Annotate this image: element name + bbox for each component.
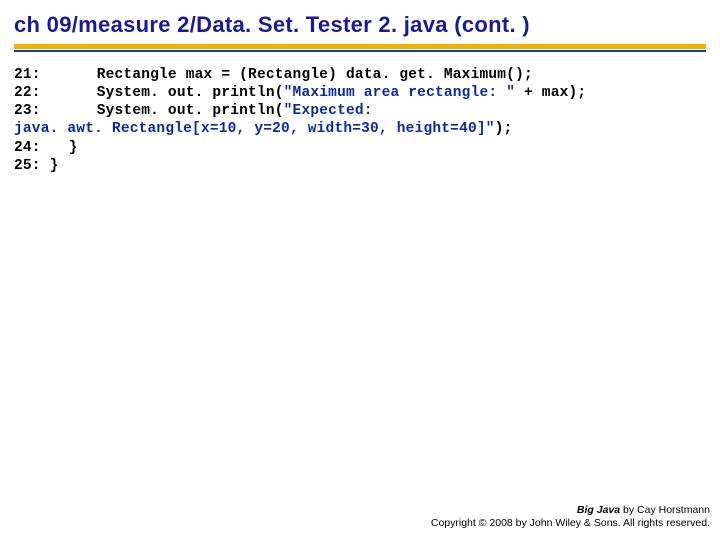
slide: ch 09/measure 2/Data. Set. Tester 2. jav…: [0, 0, 720, 540]
divider-blue: [14, 50, 706, 52]
divider-yellow: [14, 44, 706, 49]
code-text: );: [495, 121, 513, 137]
page-title: ch 09/measure 2/Data. Set. Tester 2. jav…: [14, 12, 706, 44]
code-block: 21: Rectangle max = (Rectangle) data. get…: [14, 66, 706, 175]
code-text: System. out. println(: [97, 103, 284, 119]
code-text: System. out. println(: [97, 85, 284, 101]
code-line-22: 22: System. out. println("Maximum area re…: [14, 84, 706, 102]
footer-text: by Cay Horstmann: [620, 504, 710, 516]
code-text: }: [41, 158, 59, 174]
line-number: 22:: [14, 85, 41, 101]
footer: Big Java by Cay Horstmann Copyright © 20…: [431, 504, 710, 530]
line-number: 23:: [14, 103, 41, 119]
code-line-25: 25: }: [14, 157, 706, 175]
footer-line-2: Copyright © 2008 by John Wiley & Sons. A…: [431, 517, 710, 530]
footer-line-1: Big Java by Cay Horstmann: [431, 504, 710, 517]
code-line-23: 23: System. out. println("Expected:: [14, 102, 706, 120]
string-literal: java. awt. Rectangle[x=10, y=20, width=3…: [14, 121, 495, 137]
line-number: 25:: [14, 158, 41, 174]
code-line-23-wrap: java. awt. Rectangle[x=10, y=20, width=3…: [14, 120, 706, 138]
string-literal: "Maximum area rectangle: ": [284, 85, 515, 101]
code-text: + max);: [515, 85, 586, 101]
code-text: }: [69, 140, 78, 156]
line-number: 24:: [14, 140, 41, 156]
string-literal: "Expected:: [284, 103, 373, 119]
line-number: 21:: [14, 67, 41, 83]
title-block: ch 09/measure 2/Data. Set. Tester 2. jav…: [14, 12, 706, 52]
book-title: Big Java: [577, 504, 620, 516]
code-line-21: 21: Rectangle max = (Rectangle) data. get…: [14, 66, 706, 84]
code-line-24: 24:}: [14, 139, 706, 157]
code-text: Rectangle max = (Rectangle) data. get. M…: [97, 67, 533, 83]
